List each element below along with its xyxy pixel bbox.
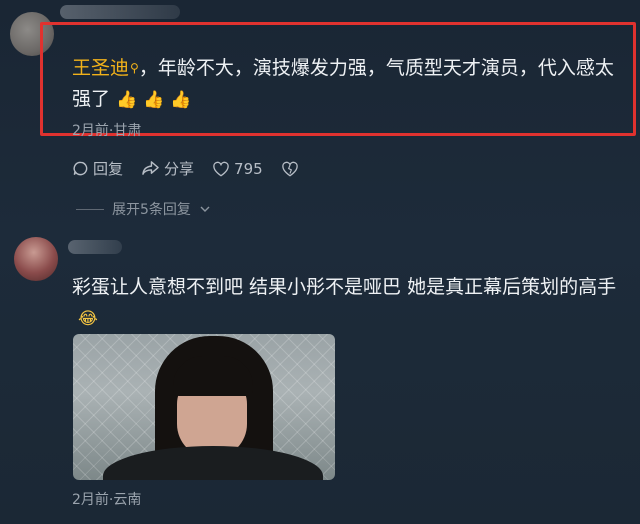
share-icon (142, 161, 159, 175)
dislike-button[interactable] (281, 158, 299, 179)
divider-dash (76, 208, 104, 210)
share-label: 分享 (164, 160, 195, 178)
expand-replies-label: 展开5条回复 (112, 202, 191, 218)
reply-button[interactable]: 回复 (72, 158, 123, 179)
thumbs-up-icon: 👍 (143, 90, 165, 110)
comment-meta: 2月前·甘肃 (72, 123, 142, 139)
mention-link[interactable]: 王圣迪 (72, 57, 129, 79)
search-mini-icon: ⚲ (130, 61, 139, 75)
username-blurred[interactable] (60, 5, 180, 19)
heart-icon (213, 161, 229, 176)
avatar[interactable] (14, 237, 58, 281)
thumbs-up-icon: 👍 (116, 90, 138, 110)
like-button[interactable]: 795 (212, 158, 263, 179)
laugh-emoji-icon: 😂 (78, 309, 98, 329)
expand-replies-button[interactable]: 展开5条回复 (76, 199, 211, 219)
share-button[interactable]: 分享 (141, 158, 194, 179)
comment-actions: 回复 分享 795 (72, 158, 299, 179)
like-count: 795 (234, 159, 263, 178)
comment-body: 王圣迪⚲，年龄不大，演技爆发力强，气质型天才演员，代入感太强了 👍 👍 👍 (72, 53, 628, 116)
photo-figure-bangs (173, 356, 253, 396)
reply-label: 回复 (93, 160, 124, 178)
comment-text: 彩蛋让人意想不到吧 结果小彤不是哑巴 她是真正幕后策划的高手 (72, 276, 617, 298)
thumbs-up-icon: 👍 (170, 90, 192, 110)
reply-icon (73, 161, 88, 176)
username-blurred[interactable] (68, 240, 122, 254)
comment-meta: 2月前·云南 (72, 492, 142, 508)
comment-body: 彩蛋让人意想不到吧 结果小彤不是哑巴 她是真正幕后策划的高手 😂 (72, 272, 628, 335)
comment-photo[interactable] (73, 334, 335, 480)
chevron-down-icon (200, 206, 210, 212)
broken-heart-icon (281, 161, 298, 176)
